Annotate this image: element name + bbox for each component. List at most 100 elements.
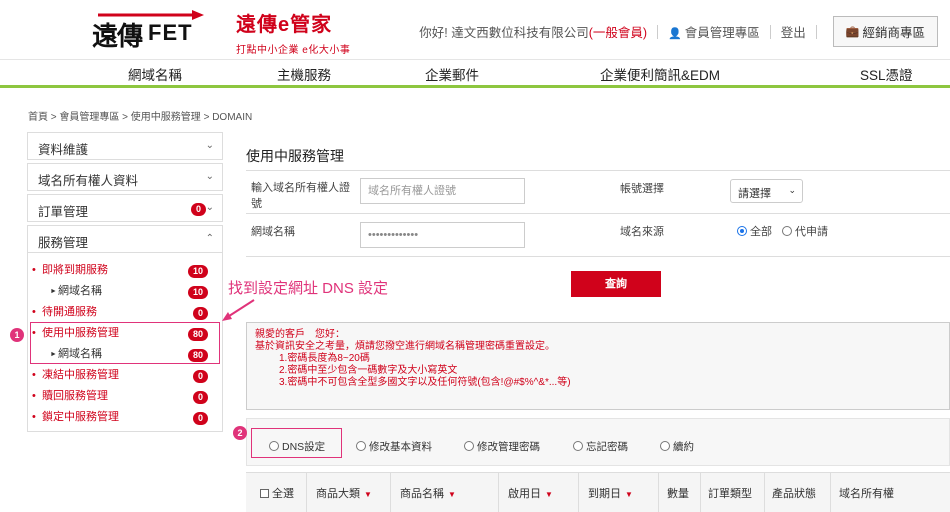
column-header: 啟用日 xyxy=(508,488,541,500)
count-badge: 10 xyxy=(187,265,208,278)
radio-icon xyxy=(782,226,792,236)
section-label: 訂單管理 xyxy=(38,205,89,219)
nav-item-mail[interactable]: 企業郵件 xyxy=(425,64,479,84)
count-badge: 0 xyxy=(192,391,208,404)
nav-item-hosting[interactable]: 主機服務 xyxy=(277,64,331,84)
nav-item-domain[interactable]: 網域名稱 xyxy=(128,64,182,84)
divider xyxy=(246,213,950,214)
highlight-box-active-services xyxy=(30,322,220,364)
page-title: 使用中服務管理 xyxy=(246,148,344,164)
step-1-marker: 1 xyxy=(10,328,24,342)
action-tabs: DNS設定 修改基本資料 修改管理密碼 忘記密碼 續約 xyxy=(246,418,950,466)
sort-down-icon: ▼ xyxy=(625,490,633,499)
item-label: 待開通服務 xyxy=(42,306,97,318)
tab-label: 修改管理密碼 xyxy=(477,441,540,453)
tab-edit-profile[interactable]: 修改基本資料 xyxy=(356,439,432,454)
column-product[interactable]: 商品名稱 ▼ xyxy=(400,485,456,501)
member-area-link[interactable]: 👤 會員管理專區 xyxy=(668,22,760,41)
item-label: 凍結中服務管理 xyxy=(42,369,119,381)
sidebar-section-profile[interactable]: 資料維護 ⌄ xyxy=(27,132,223,160)
domain-label: 網域名稱 xyxy=(251,226,295,238)
dealer-area-label: 經銷商專區 xyxy=(862,26,925,40)
sidebar-item-redeem[interactable]: • 贖回服務管理 0 xyxy=(28,386,222,407)
step-2-marker: 2 xyxy=(233,426,247,440)
column-start-date[interactable]: 啟用日 ▼ xyxy=(508,485,553,501)
source-radio-proxy[interactable]: 代申請 xyxy=(782,224,828,240)
bullet-icon: • xyxy=(32,264,36,276)
source-label: 域名來源 xyxy=(620,226,664,238)
sidebar-section-orders[interactable]: 訂單管理 0 ⌄ xyxy=(27,194,223,222)
bullet-icon: • xyxy=(32,390,36,402)
radio-label: 全部 xyxy=(750,226,772,238)
column-expiry-date[interactable]: 到期日 ▼ xyxy=(588,485,633,501)
tab-forgot-password[interactable]: 忘記密碼 xyxy=(573,439,628,454)
sidebar-section-services[interactable]: 服務管理 ⌃ xyxy=(27,225,223,253)
account-select-value: 請選擇 xyxy=(738,188,771,200)
radio-checked-icon xyxy=(737,226,747,236)
item-label: 即將到期服務 xyxy=(42,264,108,276)
member-area-label: 會員管理專區 xyxy=(684,26,760,40)
column-owner: 域名所有權 xyxy=(839,488,894,500)
divider xyxy=(657,24,659,39)
annotation-hint: 找到設定網址 DNS 設定 xyxy=(228,280,389,297)
column-category[interactable]: 商品大類 ▼ xyxy=(316,485,372,501)
owner-id-input[interactable] xyxy=(360,178,525,204)
chevron-up-icon: ⌃ xyxy=(205,233,214,244)
column-header: 到期日 xyxy=(588,488,621,500)
member-level: (一般會員) xyxy=(588,26,648,40)
divider xyxy=(658,473,659,512)
column-status: 產品狀態 xyxy=(772,488,816,500)
divider xyxy=(498,473,499,512)
query-button[interactable]: 查詢 xyxy=(571,271,661,297)
notice-rule: 1.密碼長度為8~20碼 xyxy=(279,353,370,364)
sidebar-item-expiring-domain[interactable]: ► 網域名稱 10 xyxy=(28,281,222,302)
user-icon: 👤 xyxy=(668,28,682,40)
chevron-down-icon: ⌄ xyxy=(205,140,214,151)
divider xyxy=(815,24,817,39)
caret-right-icon: ► xyxy=(50,288,57,295)
sidebar-item-pending[interactable]: • 待開通服務 0 xyxy=(28,302,222,323)
table-header: 全選 商品大類 ▼ 商品名稱 ▼ 啟用日 ▼ 到期日 ▼ 數量 訂單類型 產品狀態 域名… xyxy=(246,472,950,512)
nav-item-ssl[interactable]: SSL憑證 xyxy=(860,64,913,84)
domain-input[interactable] xyxy=(360,222,525,248)
nav-item-sms-edm[interactable]: 企業便利簡訊&EDM xyxy=(600,64,720,84)
notice-message: 基於資訊安全之考量，煩請您撥空進行網域名稱管理密碼重置設定。 xyxy=(255,341,555,352)
logo-en: FET xyxy=(148,20,193,45)
section-label: 域名所有權人資料 xyxy=(38,174,139,188)
select-all[interactable]: 全選 xyxy=(260,485,294,501)
fet-logo[interactable]: 遠傳 FET xyxy=(92,10,212,51)
notice-rule: 3.密碼中不可包含全型多國文字以及任何符號(包含!@#$%^&*...等) xyxy=(279,377,571,388)
sort-down-icon: ▼ xyxy=(448,490,456,499)
sidebar-item-expiring[interactable]: • 即將到期服務 10 xyxy=(28,260,222,281)
main-nav: 網域名稱 主機服務 企業郵件 企業便利簡訊&EDM SSL憑證 xyxy=(0,60,950,88)
owner-id-label: 輸入域名所有權人證號 xyxy=(251,182,350,210)
notice-rule: 2.密碼中至少包含一碼數字及大小寫英文 xyxy=(279,365,458,376)
logo-cn: 遠傳 xyxy=(92,21,143,51)
section-label: 資料維護 xyxy=(38,143,89,157)
account-select[interactable]: 請選擇 ⌄ xyxy=(730,179,803,203)
item-label: 鎖定中服務管理 xyxy=(42,411,119,423)
dealer-area-button[interactable]: 💼 經銷商專區 xyxy=(832,16,938,47)
tab-label: 修改基本資料 xyxy=(369,441,432,453)
tab-change-password[interactable]: 修改管理密碼 xyxy=(464,439,540,454)
radio-label: 代申請 xyxy=(795,226,828,238)
tab-renew[interactable]: 續約 xyxy=(660,439,694,454)
column-header: 商品大類 xyxy=(316,488,360,500)
brand-slogan: 打點中小企業 e化大小事 xyxy=(236,45,351,56)
radio-icon xyxy=(660,441,670,451)
sidebar-section-owner[interactable]: 域名所有權人資料 ⌄ xyxy=(27,163,223,191)
divider xyxy=(769,24,771,39)
emanager-logo[interactable]: 遠傳e管家 打點中小企業 e化大小事 xyxy=(236,8,350,56)
account-label: 帳號選擇 xyxy=(620,183,664,195)
breadcrumb[interactable]: 首頁 > 會員管理專區 > 使用中服務管理 > DOMAIN xyxy=(28,108,252,123)
chevron-down-icon: ⌄ xyxy=(205,171,214,182)
sort-down-icon: ▼ xyxy=(364,490,372,499)
radio-icon xyxy=(573,441,583,451)
count-badge: 0 xyxy=(192,307,208,320)
brand-title: 遠傳e管家 xyxy=(236,14,333,36)
sidebar-item-locked[interactable]: • 鎖定中服務管理 0 xyxy=(28,407,222,428)
source-radio-all[interactable]: 全部 xyxy=(737,224,772,240)
sidebar-item-frozen[interactable]: • 凍結中服務管理 0 xyxy=(28,365,222,386)
logout-link[interactable]: 登出 xyxy=(781,22,806,41)
divider xyxy=(700,473,701,512)
